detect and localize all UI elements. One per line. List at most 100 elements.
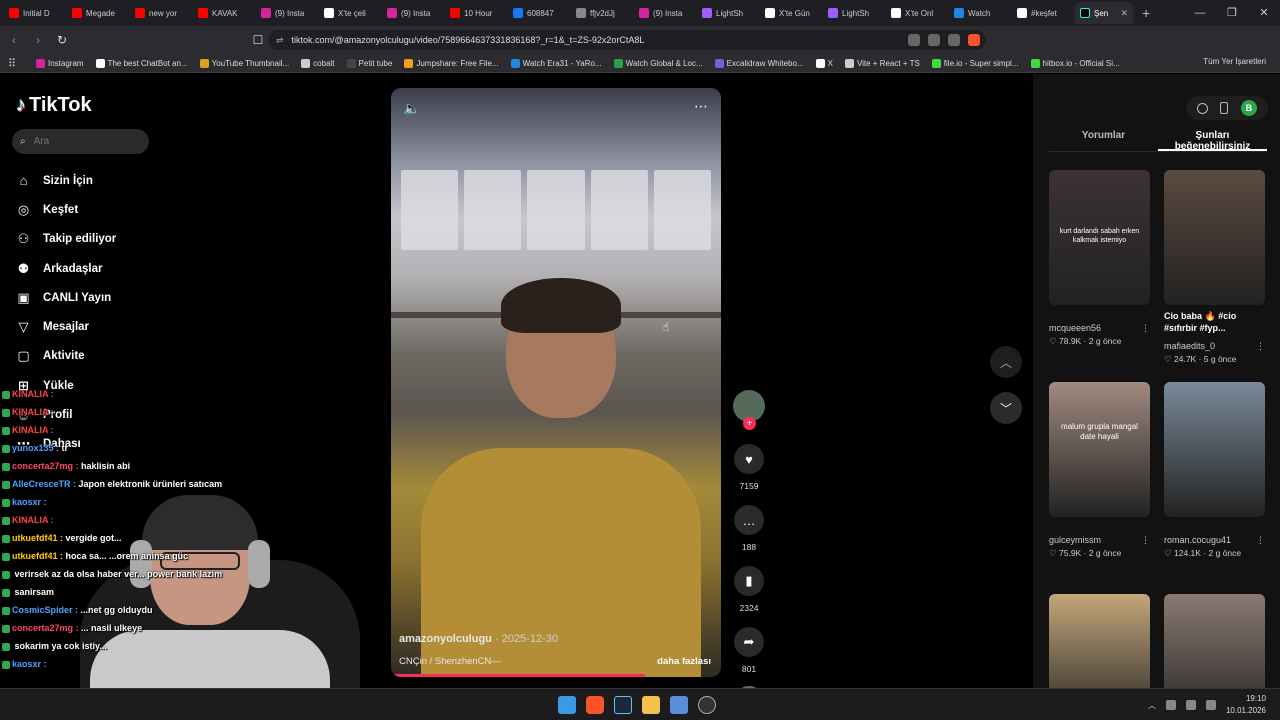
browser-tab[interactable]: LightSh [823, 2, 885, 24]
browser-tab[interactable]: Megade [67, 2, 129, 24]
bookmark-item[interactable]: Excalidraw Whitebo... [714, 58, 804, 68]
browser-tab[interactable]: X'te Gün [760, 2, 822, 24]
cast-icon[interactable] [928, 34, 940, 46]
brave-shield-icon[interactable] [968, 34, 980, 46]
network-icon[interactable] [1185, 700, 1196, 710]
card-more-icon[interactable]: ⋮ [1256, 535, 1265, 546]
apps-icon[interactable]: ⠿ [8, 57, 16, 70]
like-button[interactable]: ♥ [734, 444, 764, 474]
search-box[interactable]: ⌕ [12, 129, 149, 154]
video-author[interactable]: amazonyolculugu [399, 633, 492, 645]
browser-tab[interactable]: (9) Insta [382, 2, 444, 24]
card-title[interactable]: Cio baba 🔥 #cio #sıfırbir #fyp... [1164, 310, 1265, 338]
card-more-icon[interactable]: ⋮ [1141, 535, 1150, 546]
url-field[interactable]: ⇌ tiktok.com/@amazonyolculugu/video/7589… [268, 30, 986, 50]
video-card[interactable]: malum grupla mangal date hayali gulceymis… [1049, 382, 1150, 594]
maximize-button[interactable]: ❐ [1216, 0, 1248, 26]
bookmark-item[interactable]: file.io - Super simpl... [931, 58, 1019, 68]
video-player[interactable]: 🔈 ⋯ amazonyolculugu · 2025-12-30 CNÇin /… [391, 88, 721, 677]
share-button[interactable]: ➦ [734, 627, 764, 657]
sidebar-item-home[interactable]: ⌂ Sizin İçin [16, 166, 116, 195]
video-card[interactable]: roman.cocugu41 ⋮ ♡ 124.1K · 2 g önce [1164, 382, 1265, 594]
bookmark-icon[interactable]: ☐ [248, 33, 268, 47]
translate-icon[interactable] [908, 34, 920, 46]
sidebar-item-compass[interactable]: ◎ Keşfet [16, 195, 116, 224]
volume-icon[interactable]: 🔈 [403, 100, 420, 117]
settings-icon[interactable] [698, 696, 716, 714]
bookmark-item[interactable]: YouTube Thumbnail... [199, 58, 289, 68]
previous-video-button[interactable]: ︿ [990, 346, 1022, 378]
all-bookmarks[interactable]: Tüm Yer İşaretleri [1203, 57, 1266, 66]
windows-start-icon[interactable] [558, 696, 576, 714]
tray-arrow-icon[interactable]: ︿ [1148, 700, 1156, 711]
brave-icon[interactable] [586, 696, 604, 714]
video-thumbnail[interactable]: kurt darlandı sabah erken kalkmak istemi… [1049, 170, 1150, 305]
bookmark-item[interactable]: The best ChatBot an... [95, 58, 188, 68]
card-username[interactable]: mafiaedits_0 [1164, 341, 1215, 352]
close-tab-icon[interactable]: ✕ [1120, 8, 1128, 19]
browser-tab[interactable]: X'te Onl [886, 2, 948, 24]
sidebar-item-live[interactable]: ▣ CANLI Yayın [16, 283, 116, 312]
clock[interactable]: 19:10 10.01.2026 [1226, 693, 1266, 717]
browser-tab[interactable]: 10 Hour [445, 2, 507, 24]
browser-tab[interactable]: LightSh [697, 2, 759, 24]
browser-tab[interactable]: new yor [130, 2, 192, 24]
browser-tab-active[interactable]: Şen ✕ [1075, 2, 1133, 24]
tab-comments[interactable]: Yorumlar [1049, 130, 1158, 151]
explore-icon[interactable] [1197, 102, 1209, 114]
minimize-button[interactable]: — [1184, 0, 1216, 26]
card-more-icon[interactable]: ⋮ [1141, 323, 1150, 334]
bookmark-item[interactable]: X [815, 58, 833, 68]
file-explorer-icon[interactable] [642, 696, 660, 714]
browser-tab[interactable]: #keşfet [1012, 2, 1074, 24]
bookmark-button[interactable]: ▮ [734, 566, 764, 596]
browser-tab[interactable]: (9) Insta [256, 2, 318, 24]
bookmark-item[interactable]: cobalt [301, 58, 335, 68]
tiktok-logo[interactable]: ♪ TikTok [16, 94, 92, 117]
bookmark-item[interactable]: Petit tube [346, 58, 392, 68]
browser-tab[interactable]: 608847 [508, 2, 570, 24]
sidebar-item-friends[interactable]: ⚉ Arkadaşlar [16, 254, 116, 283]
browser-tab[interactable]: ffjv2dJj [571, 2, 633, 24]
follow-plus-icon[interactable]: + [743, 417, 756, 430]
video-thumbnail[interactable] [1164, 170, 1265, 305]
video-card[interactable]: Cio baba 🔥 #cio #sıfırbir #fyp... mafiaed… [1164, 170, 1265, 382]
video-location[interactable]: CNÇin / ShenzhenCN— [399, 656, 501, 667]
browser-tab[interactable]: KAVAK [193, 2, 255, 24]
video-thumbnail[interactable]: malum grupla mangal date hayali [1049, 382, 1150, 517]
browser-tab[interactable]: (9) Insta [634, 2, 696, 24]
card-username[interactable]: roman.cocugu41 [1164, 535, 1231, 546]
card-username[interactable]: mcqueeen56 [1049, 323, 1101, 334]
user-avatar[interactable]: B [1240, 100, 1257, 116]
sidebar-item-activity[interactable]: ▢ Aktivite [16, 342, 116, 371]
volume-icon[interactable] [1205, 700, 1216, 710]
more-button[interactable]: daha fazlası [657, 656, 711, 667]
card-username[interactable]: gulceymissm [1049, 535, 1101, 546]
comment-button[interactable]: … [734, 505, 764, 535]
device-icon[interactable] [1220, 102, 1229, 114]
browser-tab[interactable]: X'te çeli [319, 2, 381, 24]
browser-tab[interactable]: Watch [949, 2, 1011, 24]
reload-button[interactable]: ↻ [52, 33, 72, 47]
new-tab-button[interactable]: + [1142, 5, 1150, 21]
bookmark-item[interactable]: hitbox.io - Official Si... [1030, 58, 1120, 68]
bookmark-item[interactable]: Instagram [36, 58, 84, 68]
browser-tab[interactable]: Initial D [4, 2, 66, 24]
video-thumbnail[interactable] [1164, 382, 1265, 517]
site-info-icon[interactable]: ⇌ [276, 35, 284, 46]
app-icon[interactable] [670, 696, 688, 714]
bookmark-item[interactable]: Jumpshare: Free File... [404, 58, 499, 68]
forward-button[interactable]: › [28, 33, 48, 47]
tab-recommended[interactable]: Şunları beğenebilirsiniz [1158, 130, 1267, 152]
sidebar-item-messages[interactable]: ▽ Mesajlar [16, 312, 116, 341]
video-card[interactable]: kurt darlandı sabah erken kalkmak istemi… [1049, 170, 1150, 382]
back-button[interactable]: ‹ [4, 33, 24, 47]
more-options-icon[interactable]: ⋯ [694, 98, 709, 115]
steam-icon[interactable] [614, 696, 632, 714]
share-icon[interactable] [948, 34, 960, 46]
video-author-line[interactable]: amazonyolculugu · 2025-12-30 [399, 633, 558, 645]
search-input[interactable] [33, 136, 124, 147]
card-more-icon[interactable]: ⋮ [1256, 341, 1265, 352]
video-progress-bar[interactable] [391, 674, 646, 677]
close-window-button[interactable]: ✕ [1248, 0, 1280, 26]
